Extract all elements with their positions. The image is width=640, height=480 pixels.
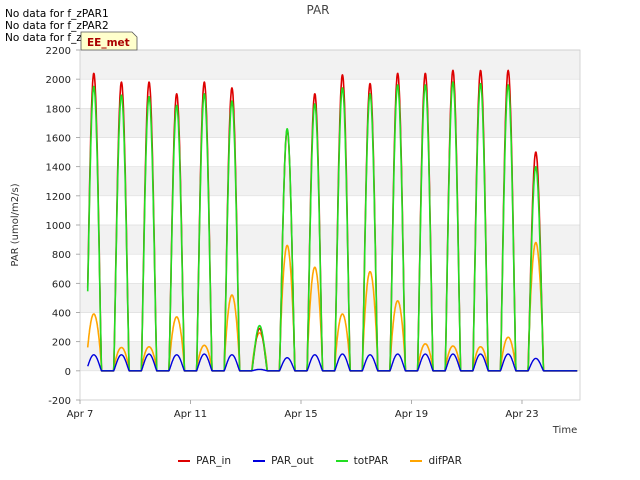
y-tick-label: -200: [48, 396, 71, 407]
legend-item-totpar: totPAR: [335, 452, 389, 470]
par-chart: -200 0 200 400 600 800 1000 1200 1400 1600 1800 200…: [10, 3, 581, 436]
x-axis-title: Time: [552, 425, 577, 436]
y-tick-label: 2200: [46, 46, 71, 57]
legend-label-par-out: PAR_out: [271, 455, 314, 467]
x-tick-label: Apr 7: [67, 409, 94, 420]
legend-item-difpar: difPAR: [410, 452, 462, 470]
y-tick-label: 600: [52, 279, 71, 290]
legend: PAR_in PAR_out totPAR difPAR: [0, 452, 640, 470]
x-tick-label: Apr 11: [174, 409, 207, 420]
badge-label: EE_met: [87, 37, 130, 49]
y-tick-label: 2000: [46, 75, 71, 86]
y-tick-label: 800: [52, 250, 71, 261]
x-tick-label: Apr 23: [505, 409, 538, 420]
legend-item-par-in: PAR_in: [178, 452, 231, 470]
legend-swatch-difpar: [410, 460, 423, 462]
y-tick-label: 1600: [46, 134, 71, 145]
legend-label-totpar: totPAR: [353, 455, 389, 467]
y-tick-label: 1000: [46, 221, 71, 232]
y-tick-label: 200: [52, 338, 71, 349]
legend-swatch-totpar: [335, 460, 348, 462]
chart-title: PAR: [306, 3, 329, 17]
plot-band: [80, 50, 580, 80]
legend-label-par-in: PAR_in: [196, 455, 232, 467]
badge: EE_met: [80, 31, 138, 51]
y-tick-label: 1400: [46, 163, 71, 174]
x-tick-label: Apr 19: [395, 409, 428, 420]
y-tick-label: 1800: [46, 104, 71, 115]
legend-label-difpar: difPAR: [428, 455, 462, 467]
x-tick-label: Apr 15: [284, 409, 317, 420]
y-tick-label: 0: [65, 367, 71, 378]
legend-swatch-par-in: [178, 460, 191, 462]
y-axis-title: PAR (umol/m2/s): [10, 183, 21, 266]
legend-item-par-out: PAR_out: [253, 452, 314, 470]
legend-swatch-par-out: [253, 460, 266, 462]
y-tick-label: 1200: [46, 192, 71, 203]
y-tick-label: 400: [52, 309, 71, 320]
